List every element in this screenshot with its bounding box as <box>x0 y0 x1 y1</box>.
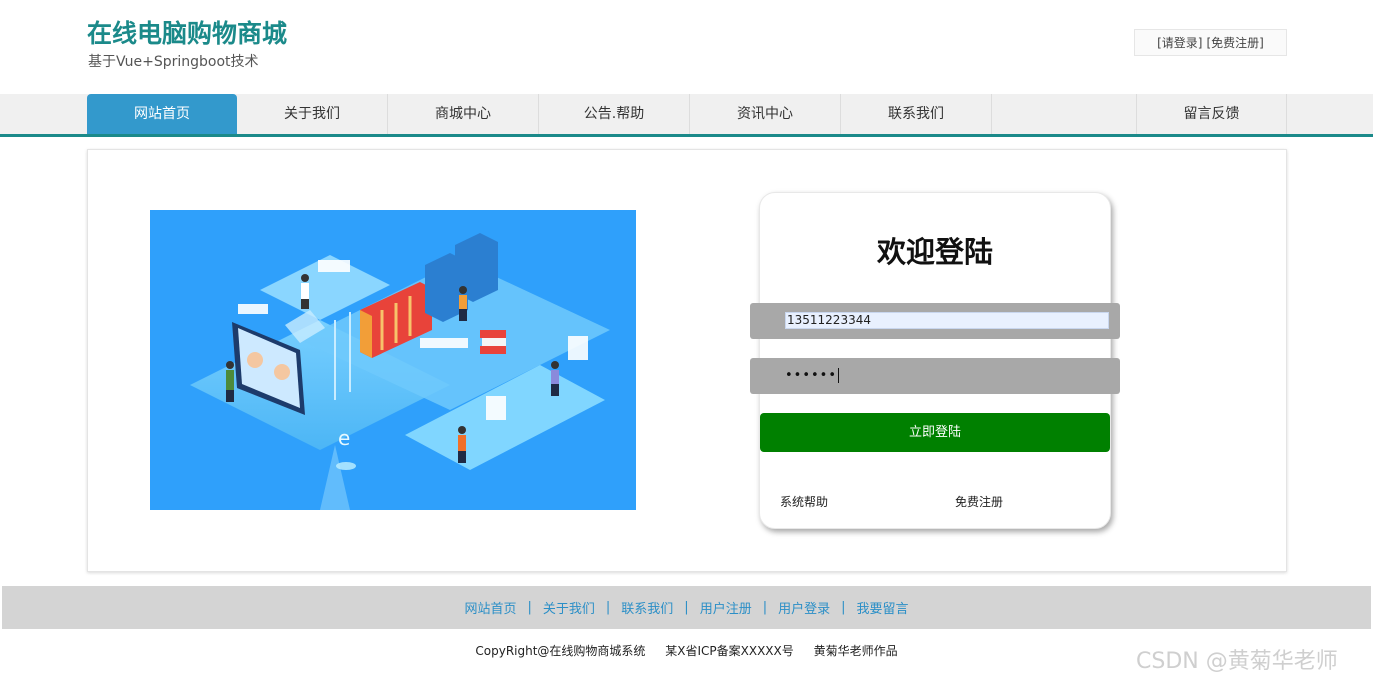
copyright-text: CopyRight@在线购物商城系统 <box>475 644 646 658</box>
login-link[interactable]: [请登录] <box>1157 34 1202 51</box>
nav-item-notice[interactable]: 公告.帮助 <box>539 94 690 134</box>
footer-separator: | <box>527 600 532 615</box>
csdn-watermark: CSDN @黄菊华老师 <box>1136 649 1338 674</box>
footer-link-register[interactable]: 用户注册 <box>700 598 752 617</box>
password-mask: •••••• <box>785 368 838 383</box>
icp-text: 某X省ICP备案XXXXX号 <box>665 644 794 658</box>
nav-item-contact[interactable]: 联系我们 <box>841 94 992 134</box>
username-field-wrapper: 13511223344 <box>750 303 1120 339</box>
site-subtitle: 基于Vue+Springboot技术 <box>88 54 259 70</box>
text-caret <box>838 368 840 383</box>
username-input[interactable]: 13511223344 <box>785 312 1109 329</box>
nav-underline <box>0 134 1373 137</box>
main-nav: 网站首页 关于我们 商城中心 公告.帮助 资讯中心 联系我们 留言反馈 <box>0 94 1373 134</box>
auth-links: [请登录] [免费注册] <box>1134 29 1287 56</box>
footer-separator: | <box>762 600 768 615</box>
footer-link-home[interactable]: 网站首页 <box>464 598 516 617</box>
footer-link-login[interactable]: 用户登录 <box>778 598 830 617</box>
footer-separator: | <box>841 600 846 615</box>
free-register-link[interactable]: 免费注册 <box>955 493 1003 510</box>
main-content: e 欢迎登陆 13511223344 •••••• 立即登陆 系统帮助 免费注册 <box>87 149 1287 572</box>
author-text: 黄菊华老师作品 <box>813 644 898 658</box>
login-card: 欢迎登陆 13511223344 •••••• 立即登陆 系统帮助 免费注册 <box>750 192 1120 529</box>
password-field-wrapper: •••••• <box>750 358 1120 394</box>
nav-item-home[interactable]: 网站首页 <box>87 94 237 134</box>
login-button[interactable]: 立即登陆 <box>760 413 1110 452</box>
footer-link-message[interactable]: 我要留言 <box>857 598 909 617</box>
footer-link-about[interactable]: 关于我们 <box>543 598 595 617</box>
login-title: 欢迎登陆 <box>876 235 993 269</box>
footer-links-bar: 网站首页 | 关于我们 | 联系我们 | 用户注册 | 用户登录 | 我要留言 <box>2 586 1371 629</box>
footer-separator: | <box>605 600 611 615</box>
site-header: 在线电脑购物商城 基于Vue+Springboot技术 [请登录] [免费注册] <box>0 0 1373 94</box>
site-title: 在线电脑购物商城 <box>87 19 288 48</box>
nav-item-about[interactable]: 关于我们 <box>237 94 388 134</box>
nav-item-feedback[interactable]: 留言反馈 <box>1136 94 1287 134</box>
illustration-svg: e <box>190 233 610 510</box>
register-link[interactable]: [免费注册] <box>1207 34 1264 51</box>
nav-item-news[interactable]: 资讯中心 <box>690 94 841 134</box>
footer-link-contact[interactable]: 联系我们 <box>621 598 673 617</box>
nav-item-mall[interactable]: 商城中心 <box>388 94 539 134</box>
isometric-office-illustration: e <box>150 210 636 510</box>
password-input[interactable]: •••••• <box>785 367 885 385</box>
system-help-link[interactable]: 系统帮助 <box>780 493 828 510</box>
ie-logo-icon: e <box>338 426 350 450</box>
footer-separator: | <box>684 600 689 615</box>
